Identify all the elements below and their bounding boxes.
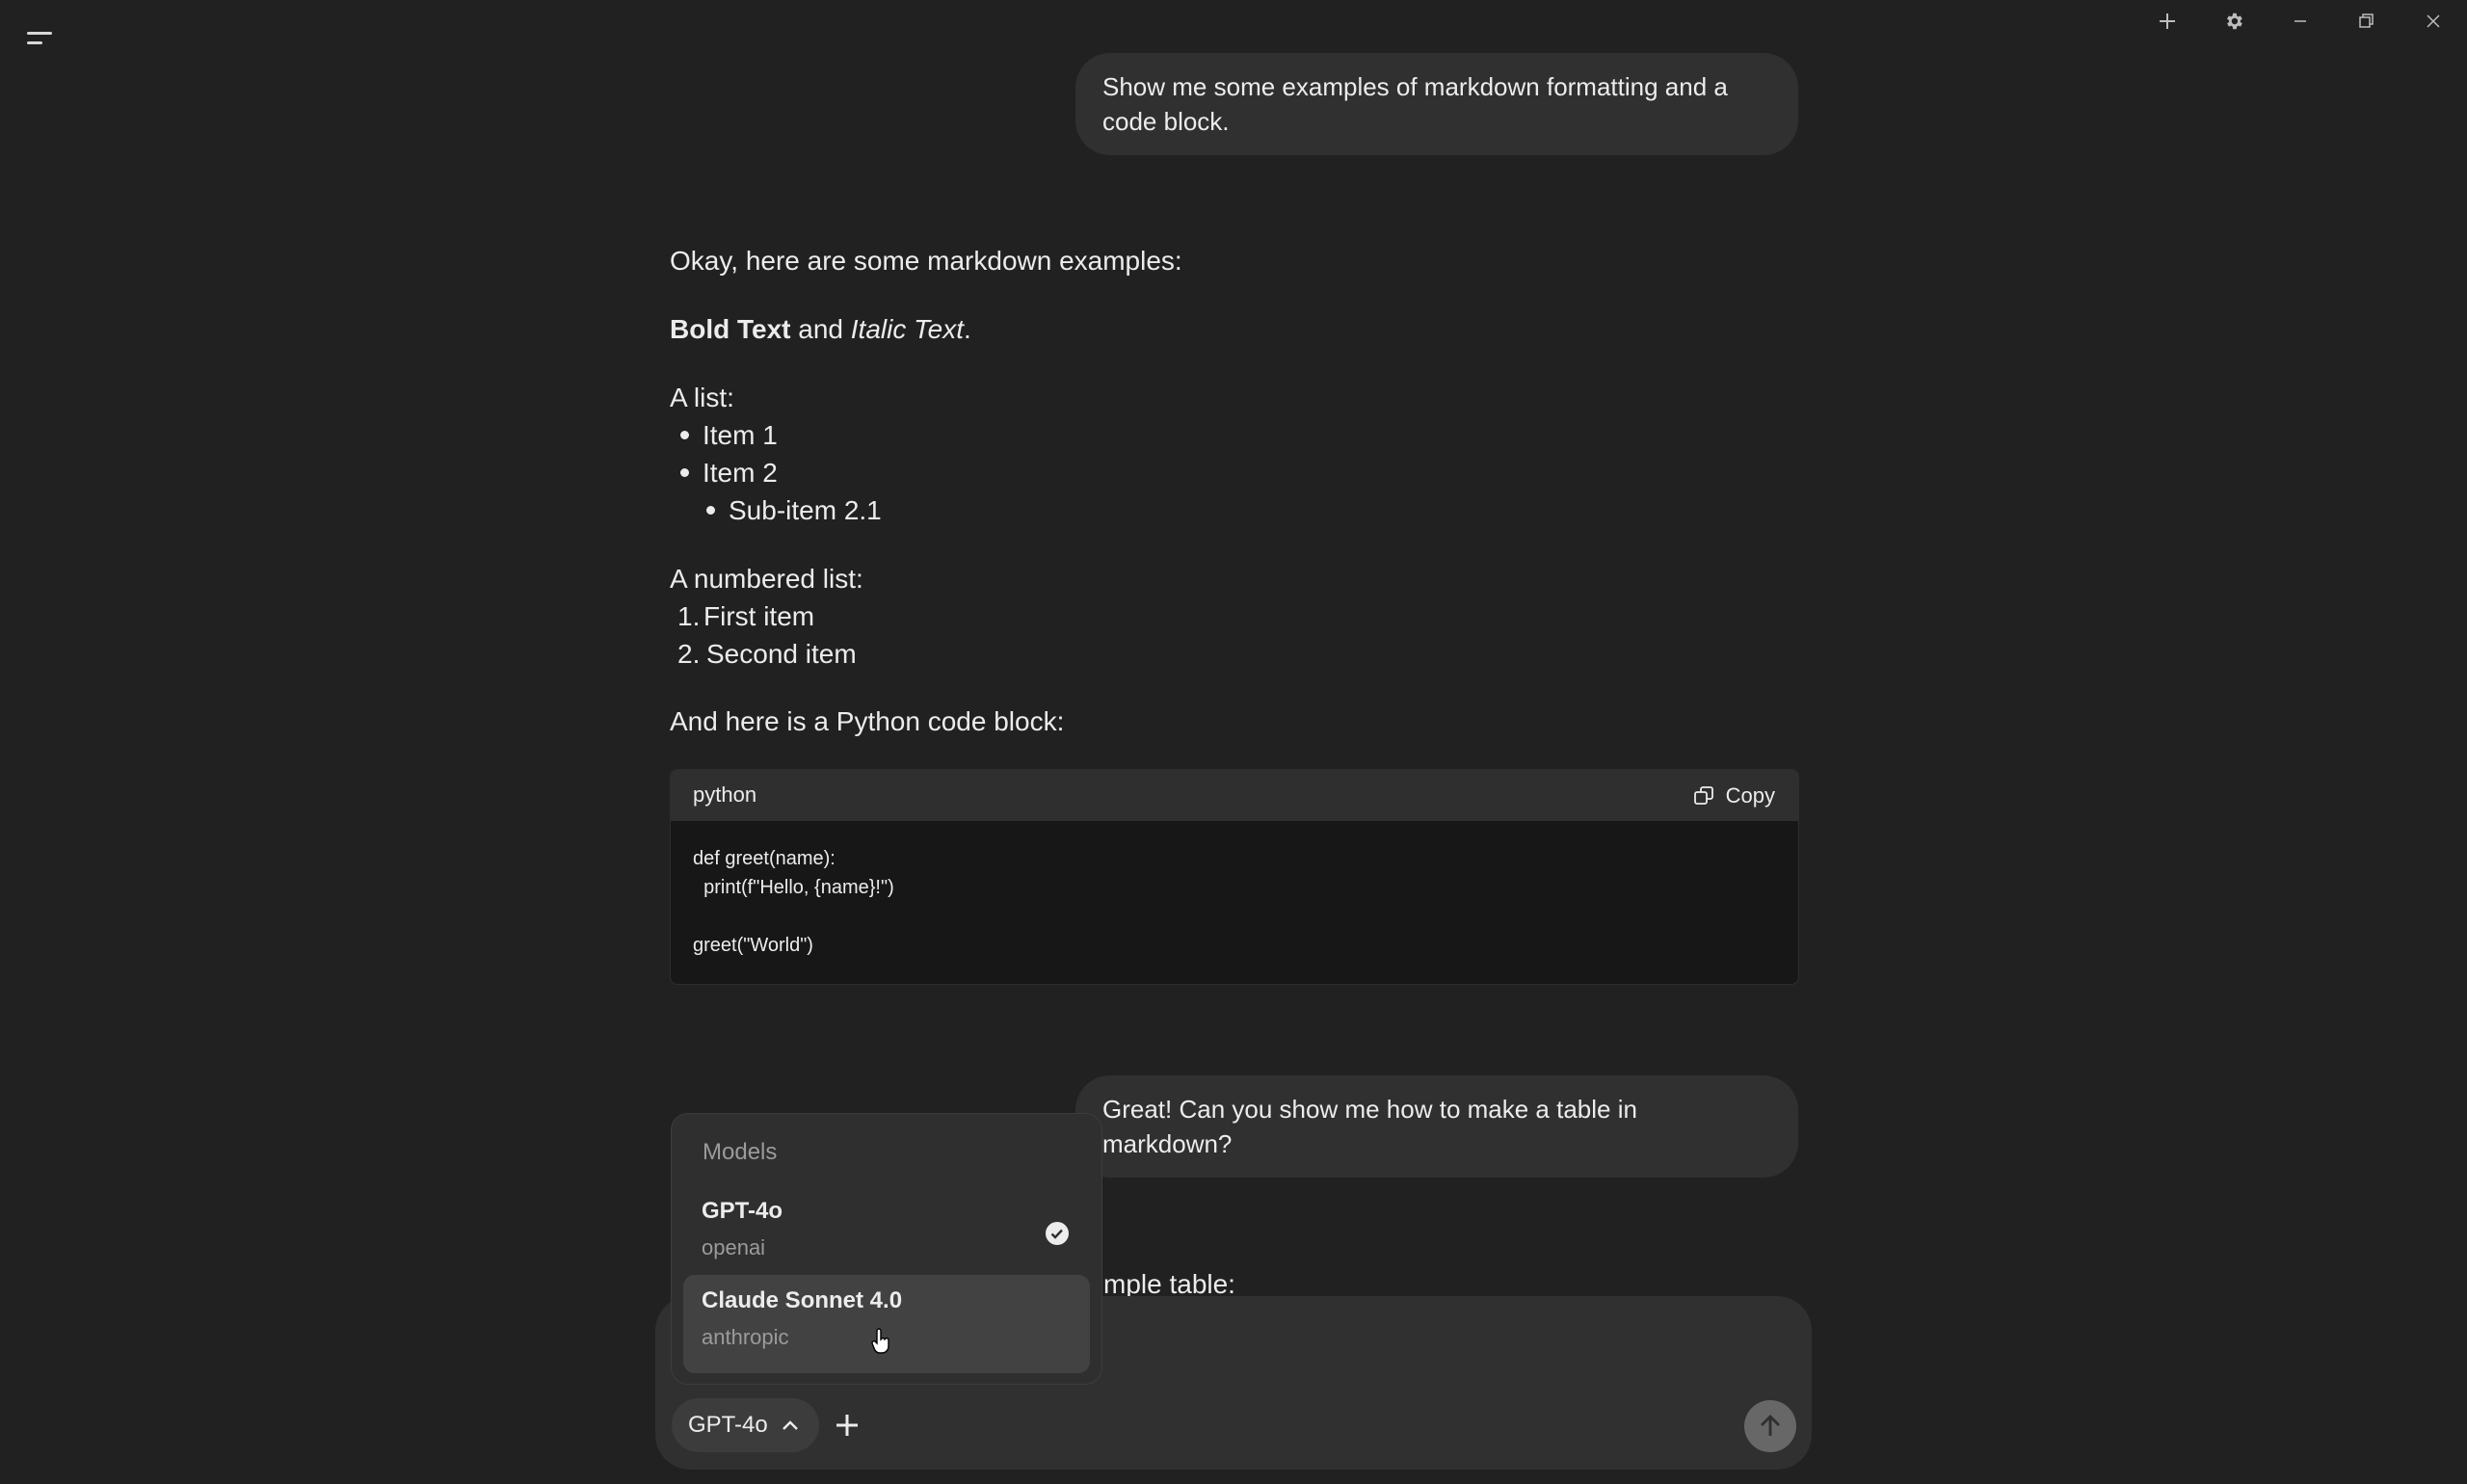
code-language-label: python <box>693 782 757 807</box>
bold-text: Bold Text <box>670 314 791 344</box>
user-message-text: Show me some examples of markdown format… <box>1102 72 1728 136</box>
numbered-list-item: First item <box>703 601 815 631</box>
italic-text: Italic Text <box>850 314 965 344</box>
formatting-example-line: Bold Text and Italic Text. <box>670 310 971 348</box>
numbered-item-number: 2. <box>677 639 701 669</box>
minimize-icon <box>2295 20 2306 22</box>
numbered-list-item: Second item <box>706 639 857 669</box>
minimize-button[interactable] <box>2273 6 2327 37</box>
gear-icon <box>2227 13 2242 30</box>
list-item: Item 2 <box>703 458 778 488</box>
check-icon <box>1046 1222 1069 1245</box>
sidebar-toggle-button[interactable] <box>25 25 54 54</box>
model-name: GPT-4o <box>702 1198 783 1224</box>
code-line: greet("World") <box>693 935 813 956</box>
close-button[interactable] <box>2406 6 2460 37</box>
model-option-gpt-4o[interactable]: GPT-4o openai <box>683 1185 1090 1284</box>
model-selector-label: GPT-4o <box>688 1412 768 1438</box>
list-title: A list: <box>670 383 734 412</box>
code-content: def greet(name): print(f"Hello, {name}!"… <box>693 844 894 960</box>
list-item: Item 1 <box>703 420 778 450</box>
copy-icon <box>1693 786 1713 805</box>
period-text: . <box>964 314 971 344</box>
bullet-icon <box>680 468 689 477</box>
attach-button[interactable] <box>833 1411 862 1440</box>
send-button[interactable] <box>1744 1400 1796 1452</box>
numbered-list-title: A numbered list: <box>670 564 863 594</box>
hand-cursor-icon <box>871 1328 889 1354</box>
copy-code-button[interactable]: Copy <box>1693 782 1775 810</box>
dropdown-title: Models <box>703 1139 778 1165</box>
numbered-item-number: 1. <box>677 601 701 631</box>
assistant-intro-text: Okay, here are some markdown examples: <box>670 246 1182 276</box>
code-block-header: python Copy <box>671 770 1798 821</box>
plus-icon <box>836 1415 858 1436</box>
chevron-up-icon <box>782 1420 798 1430</box>
close-icon <box>2427 14 2440 28</box>
menu-icon-line <box>27 41 42 44</box>
user-message-text: Great! Can you show me how to make a tab… <box>1102 1095 1637 1158</box>
sub-list-item: Sub-item 2.1 <box>729 495 882 525</box>
code-block: python Copy def greet(name): print(f"Hel… <box>670 769 1799 985</box>
user-message: Great! Can you show me how to make a tab… <box>1075 1075 1798 1178</box>
code-intro-text: And here is a Python code block: <box>670 706 1065 736</box>
model-option-claude-sonnet[interactable]: Claude Sonnet 4.0 anthropic <box>683 1275 1090 1373</box>
new-chat-button[interactable] <box>2140 6 2194 37</box>
restore-icon <box>2359 13 2374 28</box>
bullet-icon <box>706 506 715 515</box>
model-selector-button[interactable]: GPT-4o <box>672 1398 819 1452</box>
copy-label: Copy <box>1725 783 1775 808</box>
code-line: print(f"Hello, {name}!") <box>693 877 894 898</box>
user-message: Show me some examples of markdown format… <box>1075 53 1798 155</box>
model-name: Claude Sonnet 4.0 <box>702 1287 903 1313</box>
bullet-icon <box>680 431 689 439</box>
plus-icon <box>2160 13 2175 29</box>
menu-icon <box>27 32 52 35</box>
settings-button[interactable] <box>2207 6 2261 37</box>
model-provider: openai <box>702 1235 766 1259</box>
code-line: def greet(name): <box>693 848 836 869</box>
restore-button[interactable] <box>2340 6 2394 37</box>
and-text: and <box>798 314 843 344</box>
model-provider: anthropic <box>702 1325 789 1349</box>
arrow-up-icon <box>1761 1415 1780 1436</box>
